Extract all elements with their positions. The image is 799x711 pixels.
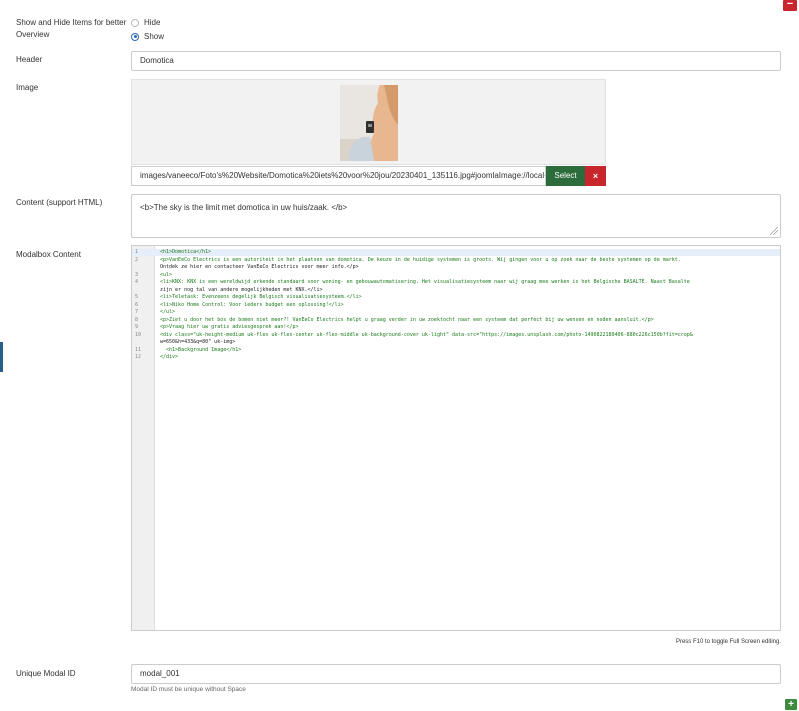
image-clear-button[interactable]: × [585,166,606,186]
content-textarea[interactable]: <b>The sky is the limit met domotica in … [131,194,781,238]
code-line[interactable]: 3 <ul> [132,272,780,279]
radio-show-label: Show [144,32,165,41]
radio-show[interactable]: Show [131,32,164,41]
code-line[interactable]: 8 <p>Ziet u door het bos de bomen niet me… [132,317,780,324]
code-text: <p>Ziet u door het bos de bomen niet mee… [160,316,654,323]
code-text: w=650&h=433&q=80" uk-img> [160,339,236,345]
radio-hide[interactable]: Hide [131,18,160,27]
add-item-button[interactable]: + [785,699,797,710]
remove-item-button[interactable]: − [783,0,797,11]
line-number: 6 [135,301,139,308]
resize-handle-icon[interactable] [770,227,778,235]
image-path-input[interactable]: images/vaneeco/Foto's%20Website/Domotica… [131,166,546,186]
code-line[interactable]: 5 <li>Teletask: Evenzeens degelijk Belgis… [132,294,780,301]
modal-id-help: Modal ID must be unique without Space [131,686,246,693]
image-label: Image [16,83,39,92]
line-number: 10 [135,331,142,338]
code-text: </div> [160,354,179,360]
modalbox-label: Modalbox Content [16,250,81,259]
code-line[interactable]: 11 <h1>Background Image</h1> [132,347,780,354]
code-text: </ul> [160,309,176,315]
code-text: <li>Niko Home Control: Voor ieders budge… [160,301,344,308]
code-line[interactable]: zijn er nog tal van andere mogelijkheden… [132,287,780,294]
code-line[interactable]: 1 <h1>Domotica</h1> [132,249,780,256]
header-input[interactable]: Domotica [131,51,781,71]
code-text: zijn er nog tal van andere mogelijkheden… [160,286,323,293]
image-select-button[interactable]: Select [546,166,585,186]
show-hide-label: Show and Hide Items for better Overview [16,18,127,39]
radio-hide-circle[interactable] [131,18,139,27]
code-text: <ul> [160,271,173,278]
modal-id-label: Unique Modal ID [16,669,76,678]
code-text: <p>VanEeCo Electrics is een autoriteit i… [160,256,681,263]
code-text: <p>Vraag hier uw gratis adviesgesprek aa… [160,324,299,330]
code-line[interactable]: 6 <li>Niko Home Control: Voor ieders budg… [132,302,780,309]
code-text: <h1>Background Image</h1> [160,346,242,353]
content-textarea-value: <b>The sky is the limit met domotica in … [140,203,348,212]
code-line[interactable]: 4 <li>KNX: KNX is een wereldwijd erkende … [132,279,780,286]
content-label: Content (support HTML) [16,198,103,207]
code-line[interactable]: 7 </ul> [132,309,780,316]
line-number: 9 [135,324,139,330]
line-number: 12 [135,354,142,360]
code-text: Ontdek ze hier en contacteer VanEeCo Ele… [160,264,359,270]
header-label: Header [16,55,43,64]
active-item-indicator [0,342,3,372]
code-line[interactable]: w=650&h=433&q=80" uk-img> [132,339,780,346]
code-text: <div class="uk-height-medium uk-flex uk-… [160,331,693,338]
code-line[interactable]: 10 <div class="uk-height-medium uk-flex u… [132,332,780,339]
image-preview [131,79,606,165]
radio-show-circle[interactable] [131,32,139,41]
code-line[interactable]: 2 <p>VanEeCo Electrics is een autoriteit … [132,257,780,264]
radio-hide-label: Hide [144,18,161,27]
fullscreen-hint: Press F10 to toggle Full Screen editing. [675,639,781,645]
image-thumbnail [340,85,398,161]
line-number: 4 [135,279,139,285]
line-number: 5 [135,294,139,300]
line-number: 11 [135,346,142,353]
line-number: 1 [135,249,139,255]
code-text: <h1>Domotica</h1> [160,249,212,255]
line-number: 7 [135,309,139,315]
line-number: 3 [135,271,139,278]
code-editor[interactable]: 1 <h1>Domotica</h1> 2 <p>VanEeCo Electrics … [131,245,781,631]
line-number: 8 [135,316,139,323]
code-text: <li>KNX: KNX is een wereldwijd erkende s… [160,279,690,285]
code-text: <li>Teletask: Evenzeens degelijk Belgisc… [160,294,362,300]
modal-id-input[interactable]: modal_001 [131,664,781,684]
code-line[interactable]: Ontdek ze hier en contacteer VanEeCo Ele… [132,264,780,271]
line-number: 2 [135,256,139,263]
code-line[interactable]: 12 </div> [132,354,780,361]
code-line[interactable]: 9 <p>Vraag hier uw gratis adviesgesprek a… [132,324,780,331]
